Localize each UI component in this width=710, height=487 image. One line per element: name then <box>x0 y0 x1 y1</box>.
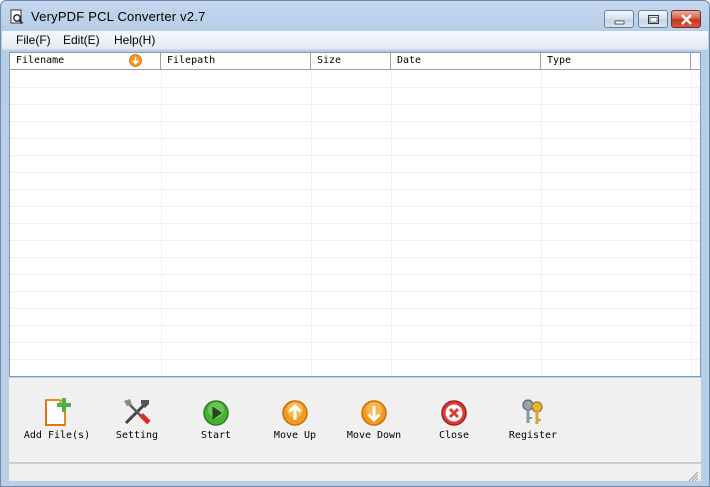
minimize-icon <box>614 20 625 25</box>
window-title: VeryPDF PCL Converter v2.7 <box>31 9 206 24</box>
column-header-filename[interactable]: Filename <box>10 53 161 69</box>
column-header-date[interactable]: Date <box>391 53 541 69</box>
grid-line <box>541 70 542 376</box>
status-bar <box>9 463 701 482</box>
maximize-icon <box>648 15 659 24</box>
minimize-button[interactable] <box>604 10 634 28</box>
menu-edit[interactable]: Edit(E) <box>63 33 100 47</box>
add-files-button[interactable]: Add File(s) <box>17 395 97 445</box>
grid-line <box>10 325 700 326</box>
grid-line <box>10 138 700 139</box>
column-header-type[interactable]: Type <box>541 53 691 69</box>
move-down-label: Move Down <box>346 430 402 441</box>
sort-descending-icon <box>129 54 142 67</box>
maximize-button[interactable] <box>638 10 668 28</box>
list-header: Filename Filepath Size Date Type <box>10 53 700 70</box>
grid-line <box>10 342 700 343</box>
grid-line <box>10 308 700 309</box>
menu-bar: File(F) Edit(E) Help(H) <box>2 31 708 50</box>
column-header-label: Size <box>317 55 342 66</box>
grid-line <box>311 70 312 376</box>
app-window: VeryPDF PCL Converter v2.7 File(F) Edit(… <box>0 0 710 487</box>
menu-help[interactable]: Help(H) <box>114 33 155 47</box>
toolbar: Add File(s) Setting Start Move Up Move D… <box>9 378 701 462</box>
grid-line <box>391 70 392 376</box>
app-icon <box>9 9 25 25</box>
move-up-button[interactable]: Move Up <box>255 395 335 445</box>
grid-line <box>10 240 700 241</box>
grid-line <box>10 121 700 122</box>
grid-line <box>691 70 692 376</box>
close-button[interactable]: Close <box>414 395 494 445</box>
grid-line <box>10 223 700 224</box>
add-files-label: Add File(s) <box>23 430 91 441</box>
arrow-up-icon <box>278 395 312 429</box>
close-label: Close <box>438 430 470 441</box>
register-label: Register <box>508 430 558 441</box>
column-header-label: Type <box>547 55 572 66</box>
add-file-icon <box>40 395 74 429</box>
move-down-button[interactable]: Move Down <box>334 395 414 445</box>
keys-icon <box>516 395 550 429</box>
move-up-label: Move Up <box>273 430 317 441</box>
column-header-label: Filename <box>16 55 65 66</box>
close-icon <box>681 14 692 25</box>
grid-line <box>10 206 700 207</box>
grid-line <box>10 172 700 173</box>
menu-file[interactable]: File(F) <box>16 33 51 47</box>
grid-line <box>10 274 700 275</box>
grid-line <box>10 359 700 360</box>
arrow-down-icon <box>357 395 391 429</box>
tools-icon <box>120 395 154 429</box>
start-label: Start <box>200 430 232 441</box>
register-button[interactable]: Register <box>493 395 573 445</box>
column-header-label: Date <box>397 55 422 66</box>
grid-line <box>10 155 700 156</box>
column-header-size[interactable]: Size <box>311 53 391 69</box>
grid-line <box>10 189 700 190</box>
start-button[interactable]: Start <box>176 395 256 445</box>
close-circle-icon <box>437 395 471 429</box>
setting-button[interactable]: Setting <box>97 395 177 445</box>
grid-line <box>10 104 700 105</box>
grid-line <box>10 87 700 88</box>
column-header-filepath[interactable]: Filepath <box>161 53 311 69</box>
close-window-button[interactable] <box>671 10 701 28</box>
title-bar[interactable]: VeryPDF PCL Converter v2.7 <box>1 1 709 31</box>
grid-line <box>10 291 700 292</box>
grid-line <box>161 70 162 376</box>
column-header-label: Filepath <box>167 55 216 66</box>
play-icon <box>199 395 233 429</box>
setting-label: Setting <box>115 430 159 441</box>
file-list[interactable]: Filename Filepath Size Date Type <box>9 52 701 377</box>
grid-line <box>10 257 700 258</box>
resize-grip-icon[interactable] <box>687 467 699 482</box>
grid-line <box>10 376 700 377</box>
